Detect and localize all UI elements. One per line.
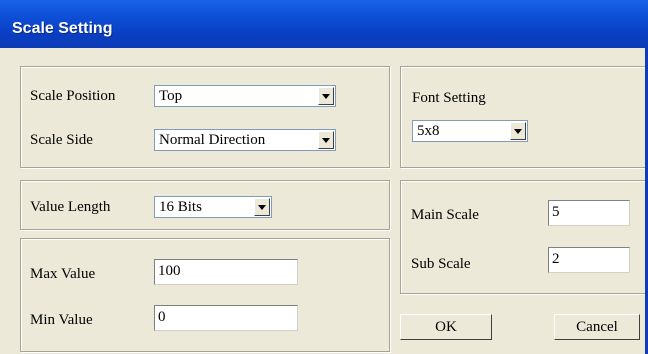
scale-side-select[interactable]: Normal Direction	[154, 129, 336, 151]
cancel-button[interactable]: Cancel	[554, 314, 640, 340]
chevron-down-icon[interactable]	[318, 87, 334, 105]
main-scale-input[interactable]: 5	[548, 200, 630, 226]
font-setting-select[interactable]: 5x8	[412, 120, 528, 142]
scale-setting-dialog: Scale Setting Scale Position Top Scale S…	[0, 0, 648, 354]
title-bar[interactable]: Scale Setting	[0, 0, 648, 48]
sub-scale-input[interactable]: 2	[548, 247, 630, 273]
font-setting-label: Font Setting	[412, 90, 486, 106]
scale-group	[20, 66, 390, 168]
font-group	[400, 66, 646, 168]
max-value-input[interactable]: 100	[154, 259, 298, 285]
scale-position-select[interactable]: Top	[154, 85, 336, 107]
font-setting-value: 5x8	[417, 123, 440, 139]
value-range-group	[20, 238, 390, 352]
main-scale-label: Main Scale	[411, 207, 479, 223]
scale-side-value: Normal Direction	[159, 132, 266, 148]
value-length-value: 16 Bits	[159, 199, 202, 215]
dialog-body: Scale Position Top Scale Side Normal Dir…	[0, 48, 648, 354]
chevron-down-icon[interactable]	[254, 198, 270, 216]
min-value-input[interactable]: 0	[154, 305, 298, 331]
min-value-value: 0	[158, 309, 166, 325]
min-value-label: Min Value	[30, 312, 93, 328]
scale-side-label: Scale Side	[30, 132, 93, 148]
chevron-down-icon[interactable]	[318, 131, 334, 149]
window-title: Scale Setting	[12, 20, 113, 37]
value-length-label: Value Length	[30, 199, 111, 215]
value-length-select[interactable]: 16 Bits	[154, 196, 272, 218]
scale-position-label: Scale Position	[30, 88, 116, 104]
chevron-down-icon[interactable]	[510, 122, 526, 140]
sub-scale-value: 2	[552, 251, 560, 267]
max-value-value: 100	[158, 263, 181, 279]
main-scale-value: 5	[552, 204, 560, 220]
max-value-label: Max Value	[30, 266, 96, 282]
ok-button[interactable]: OK	[400, 314, 492, 340]
sub-scale-label: Sub Scale	[411, 256, 471, 272]
scale-count-group	[400, 180, 646, 294]
scale-position-value: Top	[159, 88, 183, 104]
